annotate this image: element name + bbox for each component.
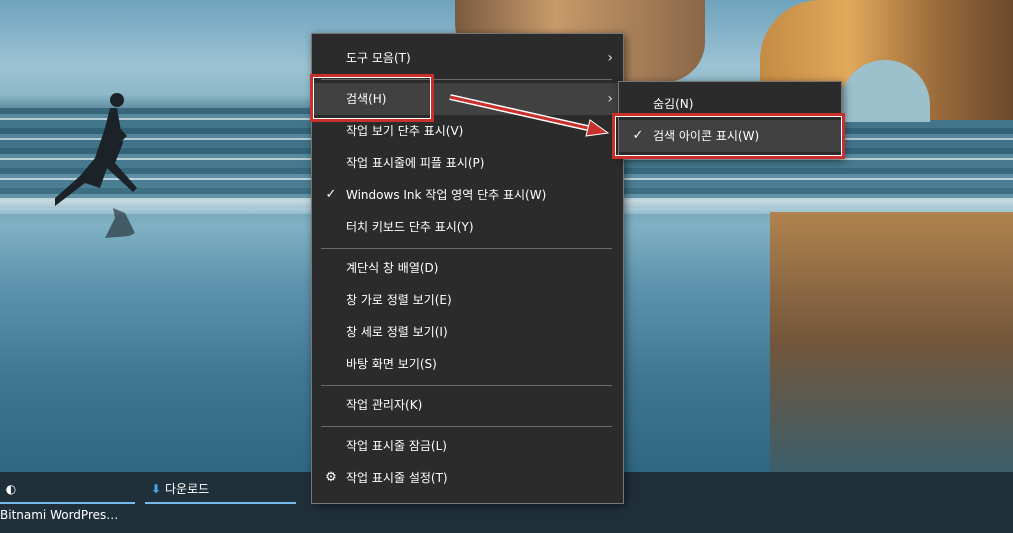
annotation-arrow: [449, 94, 610, 137]
